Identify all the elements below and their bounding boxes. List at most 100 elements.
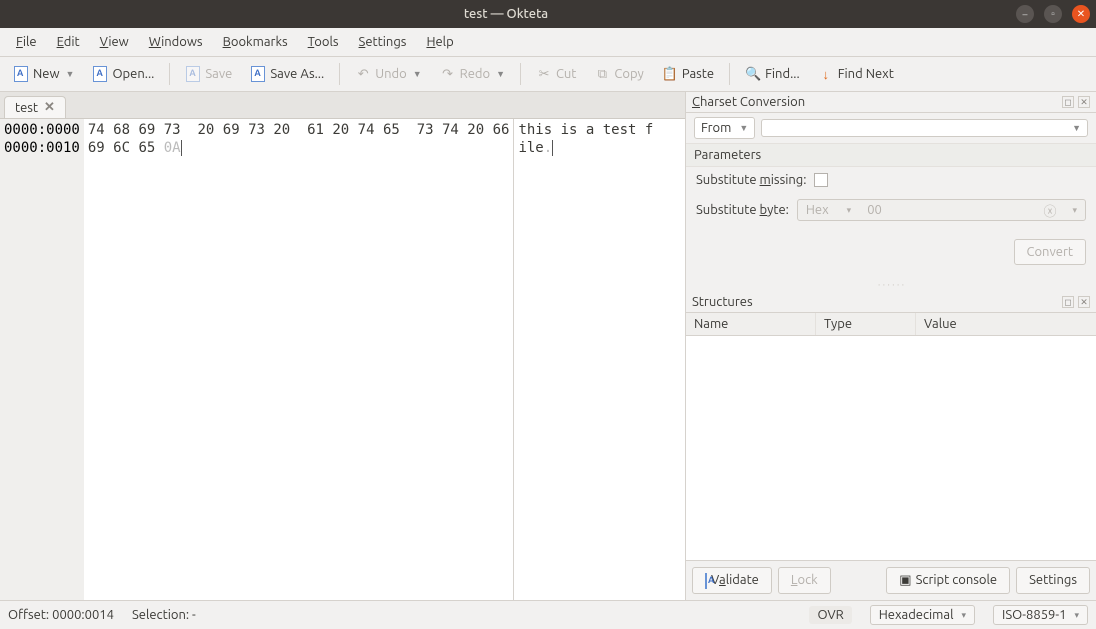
file-tab[interactable]: test ✕ [4, 96, 66, 118]
redo-label: Redo [460, 67, 490, 81]
undo-icon: ↶ [355, 66, 371, 82]
encoding-label: ISO-8859-1 [1002, 608, 1066, 622]
offset: 0000:0010 [4, 139, 80, 157]
find-next-label: Find Next [838, 67, 894, 81]
cut-button[interactable]: ✂ Cut [529, 61, 583, 87]
cut-label: Cut [556, 67, 576, 81]
parameters-heading: Parameters [686, 143, 1096, 167]
dropdown-icon: ▼ [496, 69, 505, 79]
document-icon [250, 66, 266, 82]
close-icon[interactable]: ✕ [44, 100, 55, 115]
substitute-byte-input[interactable]: Hex ▾ 00 ⓧ ▾ [797, 199, 1086, 221]
hex-hint: Hex [798, 200, 837, 220]
ascii-column[interactable]: this is a test file. [513, 119, 657, 600]
close-icon[interactable]: ✕ [1078, 96, 1090, 108]
redo-icon: ↷ [440, 66, 456, 82]
separator [520, 63, 521, 85]
charset-combo[interactable]: ▼ [761, 119, 1088, 137]
menu-bookmarks[interactable]: Bookmarks [215, 32, 296, 52]
save-button[interactable]: Save [178, 61, 239, 87]
separator [729, 63, 730, 85]
search-icon: 🔍 [745, 66, 761, 82]
copy-button[interactable]: ⧉ Copy [587, 61, 650, 87]
undock-icon[interactable]: ◻ [1062, 296, 1074, 308]
toolbar: New ▼ Open... Save Save As... ↶ Undo ▼ ↷… [0, 57, 1096, 92]
paste-button[interactable]: 📋 Paste [655, 61, 721, 87]
validate-label: Validate [711, 573, 759, 587]
menu-help[interactable]: Help [418, 32, 461, 52]
scissors-icon: ✂ [536, 66, 552, 82]
document-icon [13, 66, 29, 82]
hex-value: 00 [859, 200, 1037, 220]
menu-windows[interactable]: Windows [141, 32, 211, 52]
menubar: File Edit View Windows Bookmarks Tools S… [0, 28, 1096, 57]
convert-label: Convert [1027, 245, 1074, 259]
convert-button[interactable]: Convert [1014, 239, 1087, 265]
save-as-label: Save As... [270, 67, 324, 81]
window-maximize-button[interactable]: ▫ [1044, 5, 1062, 23]
tabstrip: test ✕ [0, 92, 685, 119]
overwrite-indicator[interactable]: OVR [809, 606, 851, 624]
terminal-icon: ▣ [899, 573, 911, 587]
separator [169, 63, 170, 85]
structures-table[interactable]: Name Type Value [686, 313, 1096, 560]
byte-row[interactable]: 74 68 69 73 20 69 73 20 61 20 74 65 73 7… [88, 121, 510, 139]
lock-label: Lock [791, 573, 818, 587]
menu-edit[interactable]: Edit [49, 32, 88, 52]
undo-label: Undo [375, 67, 407, 81]
dropdown-icon: ▾ [1074, 610, 1079, 621]
save-as-button[interactable]: Save As... [243, 61, 331, 87]
validate-button[interactable]: Validate [692, 567, 772, 594]
substitute-byte-label: Substitute byte: [696, 203, 789, 217]
substitute-missing-label: Substitute missing: [696, 173, 806, 187]
document-icon [92, 66, 108, 82]
byte-row[interactable]: 69 6C 65 0A [88, 139, 510, 157]
ascii-row[interactable]: this is a test f [518, 121, 653, 139]
undo-button[interactable]: ↶ Undo ▼ [348, 61, 428, 87]
settings-button[interactable]: Settings [1016, 567, 1090, 594]
window-title: test — Okteta [6, 7, 1006, 21]
base-combo[interactable]: Hexadecimal ▾ [870, 605, 975, 625]
ascii-row[interactable]: ile. [518, 139, 653, 157]
substitute-missing-checkbox[interactable] [814, 173, 828, 187]
copy-icon: ⧉ [594, 66, 610, 82]
save-label: Save [205, 67, 232, 81]
separator [339, 63, 340, 85]
menu-settings[interactable]: Settings [351, 32, 415, 52]
status-selection: Selection: - [132, 608, 196, 622]
col-type[interactable]: Type [816, 313, 916, 335]
statusbar: Offset: 0000:0014 Selection: - OVR Hexad… [0, 600, 1096, 629]
open-button[interactable]: Open... [85, 61, 161, 87]
hex-editor[interactable]: 0000:0000 0000:0010 74 68 69 73 20 69 73… [0, 119, 685, 600]
close-icon[interactable]: ✕ [1078, 296, 1090, 308]
direction-combo[interactable]: From ▼ [694, 117, 755, 139]
find-button[interactable]: 🔍 Find... [738, 61, 807, 87]
splitter-handle[interactable]: · · · · · · [686, 277, 1096, 292]
window-close-button[interactable]: ✕ [1072, 5, 1090, 23]
lock-button[interactable]: Lock [778, 567, 831, 594]
document-icon [705, 574, 707, 588]
menu-tools[interactable]: Tools [300, 32, 347, 52]
settings-label: Settings [1029, 573, 1077, 587]
undock-icon[interactable]: ◻ [1062, 96, 1074, 108]
menu-file[interactable]: File [8, 32, 45, 52]
open-label: Open... [112, 67, 154, 81]
col-name[interactable]: Name [686, 313, 816, 335]
script-console-button[interactable]: ▣Script console [886, 567, 1010, 594]
col-value[interactable]: Value [916, 313, 1096, 335]
bytes-column[interactable]: 74 68 69 73 20 69 73 20 61 20 74 65 73 7… [84, 119, 514, 600]
from-label: From [701, 121, 731, 135]
find-next-button[interactable]: ↓ Find Next [811, 61, 901, 87]
base-label: Hexadecimal [879, 608, 954, 622]
menu-view[interactable]: View [92, 32, 137, 52]
new-button[interactable]: New ▼ [6, 61, 81, 87]
dropdown-icon: ▾ [1064, 202, 1085, 219]
dropdown-icon: ▾ [839, 202, 860, 219]
editor-area: test ✕ 0000:0000 0000:0010 74 68 69 73 2… [0, 92, 686, 600]
window-minimize-button[interactable]: – [1016, 5, 1034, 23]
offset: 0000:0000 [4, 121, 80, 139]
redo-button[interactable]: ↷ Redo ▼ [433, 61, 512, 87]
find-label: Find... [765, 67, 800, 81]
encoding-combo[interactable]: ISO-8859-1 ▾ [993, 605, 1088, 625]
clear-icon[interactable]: ⓧ [1037, 201, 1062, 220]
